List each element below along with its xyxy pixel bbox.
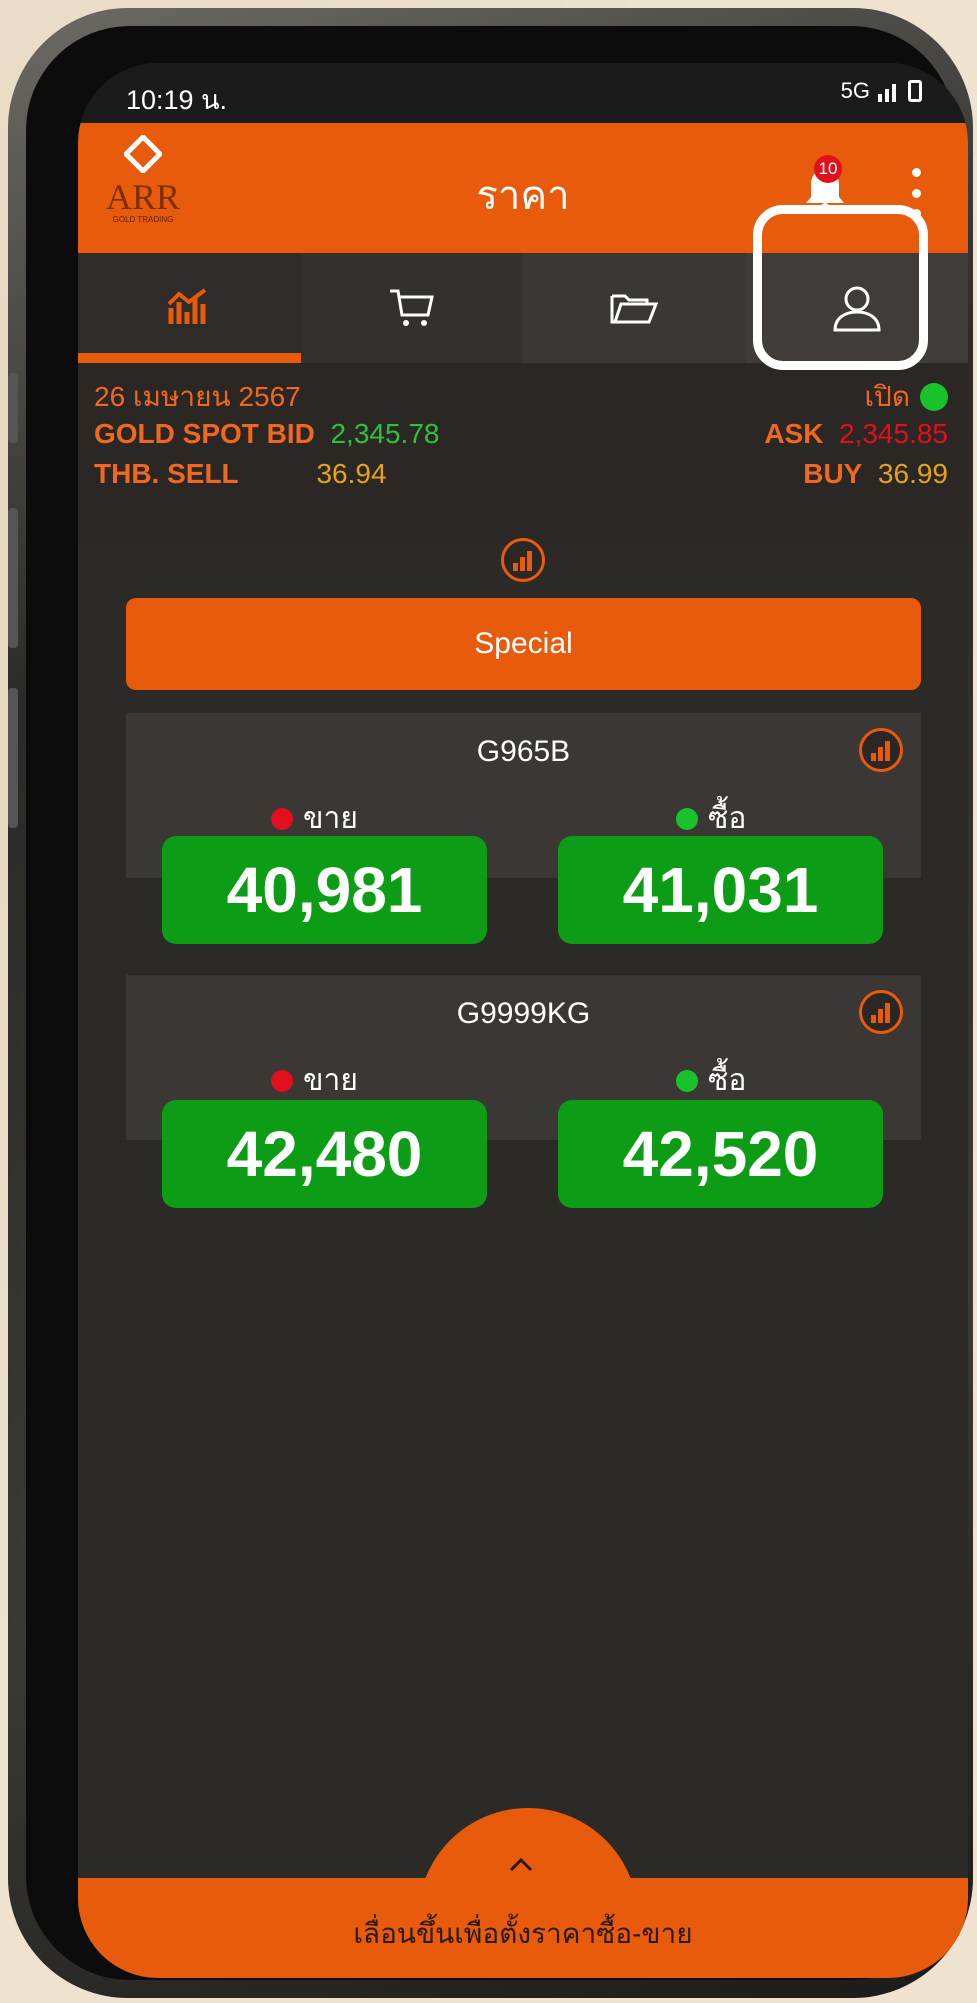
gold-spot-bid-value: 2,345.78 [330, 418, 440, 449]
bottom-bar[interactable]: เลื่อนขึ้นเพื่อตั้งราคาซื้อ-ขาย [78, 1878, 968, 1978]
chart-button[interactable] [501, 538, 545, 582]
buy-label: ซื้อ [676, 795, 746, 842]
chevron-up-icon[interactable] [508, 1852, 534, 1878]
red-dot-icon [271, 807, 293, 830]
tab-cart[interactable] [300, 253, 523, 363]
volume-down-button [8, 688, 18, 828]
gold-spot-bid-label: GOLD SPOT BID [94, 418, 315, 449]
green-dot-icon [676, 1069, 698, 1092]
market-status-label: เปิด [864, 381, 910, 412]
battery-icon [908, 80, 922, 102]
folder-icon [610, 294, 659, 324]
status-icons: 5G [841, 78, 922, 104]
bar-chart-icon [871, 741, 890, 761]
buy-price-button[interactable]: 41,031 [558, 836, 883, 944]
cart-icon [389, 289, 434, 326]
volume-up-button [8, 508, 18, 648]
market-info: 26 เมษายน 2567 เปิด GOLD SPOT BID 2,345.… [78, 363, 968, 543]
tab-portfolio[interactable] [523, 253, 746, 363]
sell-label: ขาย [271, 795, 358, 842]
special-button[interactable]: Special [126, 598, 921, 690]
product-chart-button[interactable] [859, 990, 903, 1034]
signal-icon [878, 84, 896, 102]
status-bar: 10:19 น. 5G [78, 63, 968, 123]
sell-price-button[interactable]: 42,480 [162, 1100, 487, 1208]
market-date: 26 เมษายน 2567 [94, 381, 301, 412]
ask-label: ASK [764, 418, 824, 449]
thb-sell-label: THB. SELL [94, 458, 239, 489]
status-dot-icon [920, 383, 948, 411]
price-chart-icon [167, 288, 207, 324]
product-name: G9999KG [456, 997, 591, 1030]
bar-chart-icon [513, 551, 532, 571]
slide-up-hint: เลื่อนขึ้นเพื่อตั้งราคาซื้อ-ขาย [353, 1918, 693, 1949]
buy-label: ซื้อ [676, 1057, 746, 1104]
tab-prices[interactable] [78, 253, 301, 363]
buy-value: 36.99 [877, 458, 948, 489]
red-dot-icon [271, 1069, 293, 1092]
market-status: เปิด [864, 375, 948, 419]
thb-sell-value: 36.94 [316, 458, 387, 489]
product-name: G965B [476, 735, 571, 768]
buy-label: BUY [803, 458, 863, 489]
sell-price-button[interactable]: 40,981 [162, 836, 487, 944]
notification-badge: 10 [814, 155, 842, 183]
network-type: 5G [840, 78, 870, 103]
bar-chart-icon [871, 1003, 890, 1023]
sell-label: ขาย [271, 1057, 358, 1104]
green-dot-icon [676, 807, 698, 830]
ask-value: 2,345.85 [839, 418, 948, 449]
side-button [8, 373, 18, 443]
product-chart-button[interactable] [859, 728, 903, 772]
profile-tab-highlight [753, 205, 928, 370]
buy-price-button[interactable]: 42,520 [558, 1100, 883, 1208]
status-time: 10:19 น. [126, 85, 228, 115]
